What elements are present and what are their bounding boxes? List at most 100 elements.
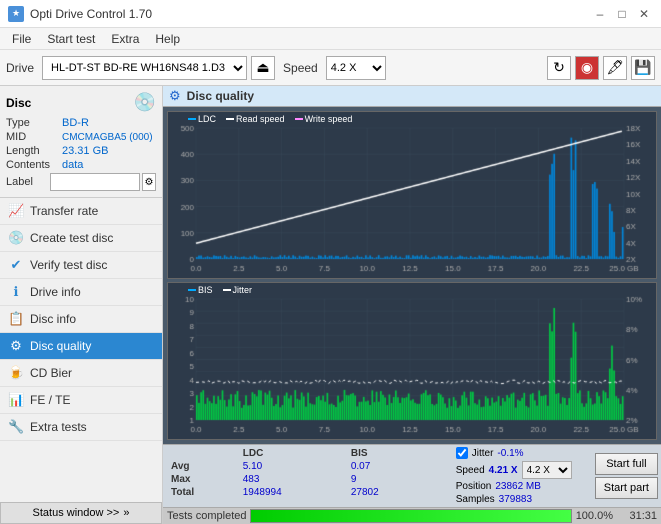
menu-extra[interactable]: Extra: [103, 30, 147, 48]
menu-help[interactable]: Help: [147, 30, 188, 48]
stats-total-bis: 27802: [347, 486, 429, 499]
disc-type-label: Type: [6, 117, 62, 129]
toolbar-btn-save[interactable]: 💾: [631, 56, 655, 80]
status-window-button[interactable]: Status window >> »: [0, 502, 162, 524]
stats-total-ldc: 1948994: [239, 486, 347, 499]
sidebar-label-drive-info: Drive info: [30, 285, 81, 299]
menu-start-test[interactable]: Start test: [39, 30, 103, 48]
cd-bier-icon: 🍺: [8, 365, 24, 381]
progress-percent: 100.0%: [576, 510, 613, 522]
read-legend-dot: [226, 118, 234, 120]
sidebar-item-transfer-rate[interactable]: 📈 Transfer rate: [0, 198, 162, 225]
status-text: Tests completed: [167, 510, 246, 522]
speed-avg-val: 4.21 X: [489, 465, 518, 476]
toolbar: Drive HL-DT-ST BD-RE WH16NS48 1.D3 ⏏ Spe…: [0, 50, 661, 86]
legend-ldc: LDC: [188, 114, 216, 124]
stats-max-bis: 9: [347, 473, 429, 486]
disc-section: Disc 💿 Type BD-R MID CMCMAGBA5 (000) Len…: [0, 86, 162, 198]
toolbar-btn-1[interactable]: ↻: [547, 56, 571, 80]
speed-row-label: Speed: [456, 465, 485, 476]
start-full-button[interactable]: Start full: [595, 453, 658, 475]
main-layout: Disc 💿 Type BD-R MID CMCMAGBA5 (000) Len…: [0, 86, 661, 524]
stats-avg-bis: 0.07: [347, 460, 429, 473]
disc-mid-label: MID: [6, 131, 62, 143]
drive-label: Drive: [6, 61, 34, 75]
minimize-button[interactable]: –: [591, 5, 609, 23]
speed-label: Speed: [283, 61, 318, 75]
stats-header-bis: BIS: [347, 447, 429, 460]
disc-mid-value: CMCMAGBA5 (000): [62, 132, 153, 143]
jitter-checkbox[interactable]: [456, 447, 468, 459]
disc-title: Disc: [6, 96, 31, 110]
stats-right: Jitter -0.1% Speed 4.21 X 4.2 X Position…: [452, 445, 592, 507]
stats-total-label: Total: [167, 486, 239, 499]
toolbar-btn-3[interactable]: 🖋: [603, 56, 627, 80]
progress-area: Tests completed 100.0% 31:31: [163, 507, 661, 524]
disc-label-input[interactable]: [50, 173, 140, 191]
disc-label-row: Label ⚙: [6, 173, 156, 191]
stats-speed-select[interactable]: 4.2 X: [522, 461, 572, 479]
sidebar-item-cd-bier[interactable]: 🍺 CD Bier: [0, 360, 162, 387]
titlebar-controls: – □ ✕: [591, 5, 653, 23]
jitter-avg-val: -0.1%: [497, 448, 523, 459]
disc-label-btn[interactable]: ⚙: [142, 173, 156, 191]
sidebar-label-extra-tests: Extra tests: [30, 420, 87, 434]
status-window-label: Status window >>: [33, 507, 120, 519]
close-button[interactable]: ✕: [635, 5, 653, 23]
sidebar-item-disc-info[interactable]: 📋 Disc info: [0, 306, 162, 333]
ldc-legend-label: LDC: [198, 114, 216, 124]
app-window: ★ Opti Drive Control 1.70 – □ ✕ File Sta…: [0, 0, 661, 524]
bis-legend-label: BIS: [198, 285, 213, 295]
samples-row: Samples 379883: [456, 494, 588, 505]
create-test-disc-icon: 💿: [8, 230, 24, 246]
jitter-legend-label: Jitter: [233, 285, 253, 295]
ldc-legend-dot: [188, 118, 196, 120]
disc-length-row: Length 23.31 GB: [6, 145, 156, 157]
stats-table: LDC BIS Avg 5.10 0.07 Max 483: [163, 445, 452, 507]
sidebar-item-disc-quality[interactable]: ⚙ Disc quality: [0, 333, 162, 360]
legend-jitter: Jitter: [223, 285, 253, 295]
extra-tests-icon: 🔧: [8, 419, 24, 435]
sidebar-label-fe-te: FE / TE: [30, 393, 70, 407]
drive-select[interactable]: HL-DT-ST BD-RE WH16NS48 1.D3: [42, 56, 247, 80]
position-label: Position: [456, 481, 492, 492]
write-legend-label: Write speed: [305, 114, 353, 124]
disc-length-label: Length: [6, 145, 62, 157]
sidebar-label-disc-info: Disc info: [30, 312, 76, 326]
chart-bottom-legend: BIS Jitter: [188, 285, 252, 295]
progress-time: 31:31: [617, 510, 657, 522]
progress-bar-inner: [251, 510, 570, 522]
bis-chart-canvas: [168, 283, 656, 436]
start-part-button[interactable]: Start part: [595, 477, 658, 499]
maximize-button[interactable]: □: [613, 5, 631, 23]
disc-type-value: BD-R: [62, 117, 89, 129]
sidebar-item-extra-tests[interactable]: 🔧 Extra tests: [0, 414, 162, 441]
sidebar-label-verify-test-disc: Verify test disc: [30, 258, 107, 272]
ldc-chart: LDC Read speed Write speed: [167, 111, 657, 279]
disc-quality-title: Disc quality: [187, 89, 254, 103]
status-window-chevron: »: [123, 507, 129, 519]
disc-contents-value: data: [62, 159, 83, 171]
sidebar-item-verify-test-disc[interactable]: ✔ Verify test disc: [0, 252, 162, 279]
transfer-rate-icon: 📈: [8, 203, 24, 219]
eject-button[interactable]: ⏏: [251, 56, 275, 80]
action-buttons: Start full Start part: [592, 445, 661, 507]
stats-max-ldc: 483: [239, 473, 347, 486]
samples-value: 379883: [499, 494, 532, 505]
jitter-legend-dot: [223, 289, 231, 291]
speed-select[interactable]: 4.2 X: [326, 56, 386, 80]
sidebar-label-disc-quality: Disc quality: [30, 339, 91, 353]
disc-header: Disc 💿: [6, 92, 156, 113]
toolbar-btn-2[interactable]: ◉: [575, 56, 599, 80]
sidebar-item-fe-te[interactable]: 📊 FE / TE: [0, 387, 162, 414]
sidebar-item-drive-info[interactable]: ℹ Drive info: [0, 279, 162, 306]
disc-mid-row: MID CMCMAGBA5 (000): [6, 131, 156, 143]
legend-bis: BIS: [188, 285, 213, 295]
speed-row: Speed 4.21 X 4.2 X: [456, 461, 588, 479]
sidebar-label-create-test-disc: Create test disc: [30, 231, 113, 245]
sidebar-item-create-test-disc[interactable]: 💿 Create test disc: [0, 225, 162, 252]
menu-file[interactable]: File: [4, 30, 39, 48]
titlebar-left: ★ Opti Drive Control 1.70: [8, 6, 152, 22]
disc-info-icon: 📋: [8, 311, 24, 327]
disc-contents-label: Contents: [6, 159, 62, 171]
